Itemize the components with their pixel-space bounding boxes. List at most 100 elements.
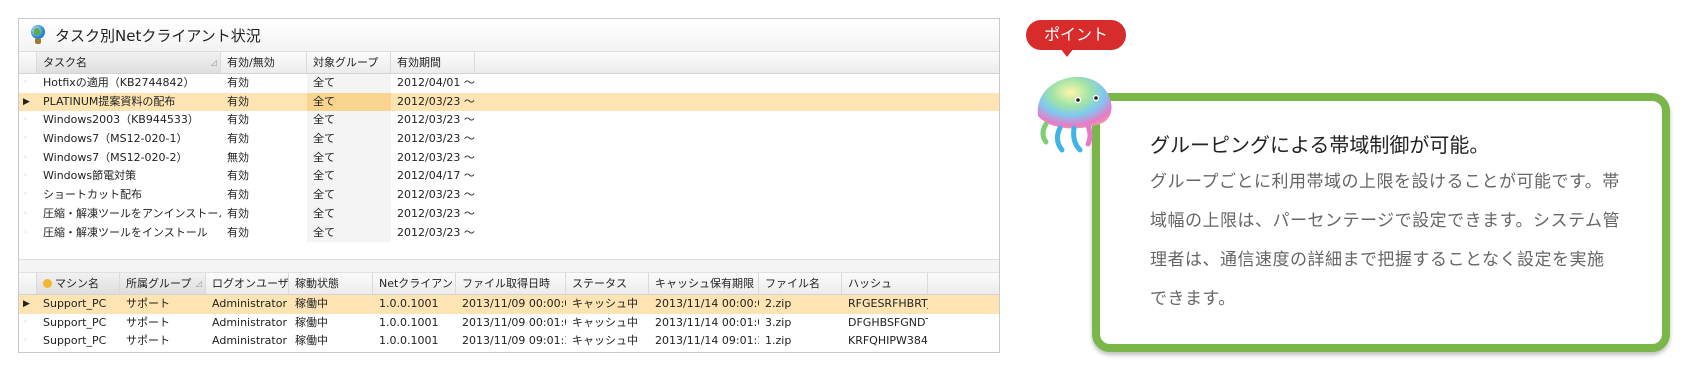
row-indicator: [19, 111, 37, 130]
current-row-arrow-icon: ▶: [23, 299, 30, 309]
column-header-run-state[interactable]: 稼動状態: [289, 273, 373, 294]
period-cell: 2012/03/23 ～: [397, 94, 475, 108]
table-row[interactable]: ショートカット配布 有効 全て 2012/03/23 ～: [19, 186, 999, 205]
enabled-cell: 有効: [227, 132, 249, 146]
task-table-header: タスク名 ◿ 有効/無効 対象グループ 有効期間: [19, 52, 999, 74]
sort-icon: ◿: [210, 58, 217, 67]
logon-user-cell: Administrator: [212, 297, 287, 310]
column-header-enabled[interactable]: 有効/無効: [221, 52, 307, 73]
column-header-filler: [928, 273, 999, 294]
table-row[interactable]: ▶ Support_PC サポート Administrator 稼働中 1.0.0.100…: [19, 295, 999, 314]
column-header-cache-expiry[interactable]: キャッシュ保有期限: [649, 273, 759, 294]
column-header-machine-name[interactable]: マシン名: [37, 273, 120, 294]
row-indicator: [19, 332, 37, 351]
machine-table: マシン名 所属グループ ◿ ログオンユーザ 稼動状態 Netクライアン ファイル取…: [19, 273, 999, 351]
row-indicator: [19, 74, 37, 93]
table-row[interactable]: 圧縮・解凍ツールをアンインストール有効 全て 2012/03/23 ～: [19, 204, 999, 224]
enabled-cell: 無効: [227, 150, 249, 164]
period-cell: 2012/03/23 ～: [397, 188, 475, 202]
target-group-cell: 全て: [307, 92, 391, 112]
enabled-cell: 有効: [227, 188, 249, 202]
machine-name-cell: Support_PC: [43, 297, 107, 310]
table-row[interactable]: Hotfixの適用（KB2744842） 有効 全て 2012/04/01 ～: [19, 74, 999, 93]
task-name-cell: ショートカット配布: [43, 188, 142, 202]
task-name-cell: 圧縮・解凍ツールをアンインストール: [43, 206, 221, 220]
logon-user-cell: Administrator: [212, 334, 287, 348]
task-status-window: タスク別Netクライアント状況 タスク名 ◿ 有効/無効 対象グループ 有効期間 …: [18, 18, 1000, 353]
point-card: グルーピングによる帯域制御が可能。 グループごとに利用帯域の上限を設けることが可…: [1092, 93, 1670, 352]
table-row[interactable]: Windows7（MS12-020-1） 有効 全て 2012/03/23 ～: [19, 130, 999, 149]
sort-icon: ◿: [195, 279, 202, 288]
grid-splitter[interactable]: [19, 259, 999, 273]
table-row[interactable]: Support_PC サポート Administrator 稼働中 1.0.0.1001…: [19, 332, 999, 351]
window-titlebar: タスク別Netクライアント状況: [19, 19, 999, 52]
task-name-cell: Windows7（MS12-020-2）: [43, 150, 188, 164]
row-indicator: [19, 224, 37, 243]
point-badge-tail: [1060, 48, 1074, 57]
status-cell: キャッシュ中: [572, 297, 638, 310]
task-name-cell: Windows2003（KB944533）: [43, 113, 199, 127]
task-name-cell: Windows節電対策: [43, 169, 137, 183]
target-group-cell: 全て: [307, 74, 391, 93]
enabled-cell: 有効: [227, 169, 249, 183]
target-group-cell: 全て: [307, 204, 391, 224]
task-table: タスク名◿ 有効/無効 対象グループ 有効期間 Hotfixの適用（KB2744…: [19, 52, 999, 243]
run-state-cell: 稼働中: [295, 315, 328, 329]
task-name-cell: PLATINUM提案資料の配布: [43, 94, 176, 108]
enabled-cell: 有効: [227, 76, 249, 89]
row-indicator: [19, 149, 37, 168]
file-name-cell: 2.zip: [765, 297, 792, 310]
task-name-cell: 圧縮・解凍ツールをインストール: [43, 225, 208, 239]
column-header-file-name[interactable]: ファイル名: [759, 273, 842, 294]
jellyfish-mascot-icon: [1037, 76, 1112, 153]
column-header-hash[interactable]: ハッシュ: [842, 273, 928, 294]
column-header-task-name[interactable]: タスク名 ◿: [37, 52, 221, 73]
current-row-arrow-icon: ▶: [23, 96, 30, 107]
file-time-cell: 2013/11/09 00:01:00: [462, 315, 566, 329]
table-row[interactable]: Windows節電対策 有効 全て 2012/04/17 ～: [19, 167, 999, 187]
task-name-cell: Windows7（MS12-020-1）: [43, 132, 188, 146]
cache-expiry-cell: 2013/11/14 00:00:01: [655, 297, 759, 310]
machine-name-cell: Support_PC: [43, 315, 107, 329]
target-group-cell: 全て: [307, 186, 391, 205]
table-row[interactable]: Support_PC サポート Administrator 稼働中 1.0.0.1001…: [19, 314, 999, 333]
period-cell: 2012/03/23 ～: [397, 206, 475, 220]
table-row[interactable]: Windows7（MS12-020-2） 無効 全て 2012/03/23 ～: [19, 148, 999, 168]
enabled-cell: 有効: [227, 94, 249, 108]
row-indicator: [19, 205, 37, 224]
table-row[interactable]: 圧縮・解凍ツールをインストール 有効 全て 2012/03/23 ～: [19, 223, 999, 243]
status-cell: キャッシュ中: [572, 334, 638, 348]
column-header-period[interactable]: 有効期間: [391, 52, 475, 73]
point-heading: グルーピングによる帯域制御が可能。: [1150, 133, 1490, 157]
column-header-file-time[interactable]: ファイル取得日時: [456, 273, 566, 294]
period-cell: 2012/03/23 ～: [397, 225, 475, 239]
file-name-cell: 1.zip: [765, 334, 792, 348]
target-group-cell: 全て: [307, 130, 391, 149]
hash-cell: KRFQHIPW384F: [848, 334, 928, 348]
group-cell: サポート: [126, 334, 170, 348]
point-badge: ポイント: [1026, 20, 1126, 50]
row-indicator: [19, 167, 37, 186]
task-name-cell: Hotfixの適用（KB2744842）: [43, 76, 195, 89]
column-header-status[interactable]: ステータス: [566, 273, 649, 294]
net-client-cell: 1.0.0.1001: [379, 315, 439, 329]
file-name-cell: 3.zip: [765, 315, 792, 329]
enabled-cell: 有効: [227, 225, 249, 239]
period-cell: 2012/03/23 ～: [397, 150, 475, 164]
logon-user-cell: Administrator: [212, 315, 287, 329]
group-cell: サポート: [126, 315, 170, 329]
row-indicator: [19, 314, 37, 333]
column-header-net-client[interactable]: Netクライアン: [373, 273, 456, 294]
group-cell: サポート: [126, 297, 170, 310]
period-cell: 2012/04/17 ～: [397, 169, 475, 183]
column-header-logon-user[interactable]: ログオンユーザ: [206, 273, 289, 294]
net-client-cell: 1.0.0.1001: [379, 334, 439, 348]
net-client-cell: 1.0.0.1001: [379, 297, 439, 310]
table-row[interactable]: Windows2003（KB944533） 有効 全て 2012/03/23 ～: [19, 111, 999, 131]
column-header-target-group[interactable]: 対象グループ: [307, 52, 391, 73]
table-row[interactable]: ▶ PLATINUM提案資料の配布 有効 全て 2012/03/23 ～: [19, 92, 999, 112]
globe-icon: [29, 25, 47, 45]
file-time-cell: 2013/11/09 09:01:30: [462, 334, 566, 348]
hash-cell: DFGHBSFGNDTG: [848, 315, 928, 329]
column-header-group[interactable]: 所属グループ ◿: [120, 273, 206, 294]
